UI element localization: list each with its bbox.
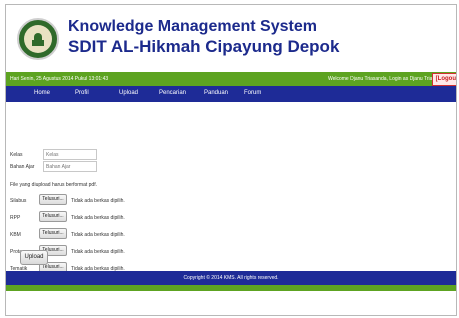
status-bar: Hari Senin, 25 Agustus 2014 Pukul 13:01:… <box>6 72 456 86</box>
kbm-browse-button[interactable]: Telusuri... <box>39 228 67 239</box>
footer-accent-bar <box>6 285 456 291</box>
upload-form: Kelas Bahan Ajar File yang diupload haru… <box>6 102 456 275</box>
prota-file-status: Tidak ada berkas dipilih. <box>71 249 125 255</box>
school-logo-icon <box>17 18 59 60</box>
bahan-ajar-input[interactable] <box>43 161 97 172</box>
rpp-file-status: Tidak ada berkas dipilih. <box>71 215 125 221</box>
site-header: Knowledge Management System SDIT AL-Hikm… <box>6 5 456 72</box>
nav-item-upload[interactable]: Upload <box>119 90 138 96</box>
nav-item-forum[interactable]: Forum <box>244 90 261 96</box>
upload-button[interactable]: Upload <box>20 250 48 265</box>
rpp-browse-button[interactable]: Telusuri... <box>39 211 67 222</box>
kbm-label: KBM <box>10 232 21 238</box>
logout-link[interactable]: [Logout] <box>431 73 456 86</box>
silabus-browse-button[interactable]: Telusuri... <box>39 194 67 205</box>
kbm-file-status: Tidak ada berkas dipilih. <box>71 232 125 238</box>
nav-item-pencarian[interactable]: Pencarian <box>159 90 186 96</box>
nav-item-panduan[interactable]: Panduan <box>204 90 228 96</box>
site-title: Knowledge Management System <box>68 18 317 35</box>
rpp-label: RPP <box>10 215 21 221</box>
welcome-text: Welcome Djanu Triasanda, Login as Djanu … <box>327 76 446 82</box>
pdf-format-note: File yang diupload harus berformat pdf. <box>10 182 97 188</box>
datetime-text: Hari Senin, 25 Agustus 2014 Pukul 13:01:… <box>10 76 109 82</box>
main-nav: Home Profil Upload Pencarian Panduan For… <box>6 86 456 102</box>
site-subtitle: SDIT AL-Hikmah Cipayung Depok <box>68 37 340 56</box>
nav-item-home[interactable]: Home <box>34 90 50 96</box>
nav-item-profil[interactable]: Profil <box>75 90 89 96</box>
silabus-label: Silabus <box>10 198 27 204</box>
kelas-label: Kelas <box>10 152 23 158</box>
bahan-ajar-label: Bahan Ajar <box>10 164 35 170</box>
browser-viewport: Knowledge Management System SDIT AL-Hikm… <box>5 4 457 316</box>
silabus-file-status: Tidak ada berkas dipilih. <box>71 198 125 204</box>
site-footer: Copyright © 2014 KMS. All rights reserve… <box>6 271 456 285</box>
kelas-input[interactable] <box>43 149 97 160</box>
